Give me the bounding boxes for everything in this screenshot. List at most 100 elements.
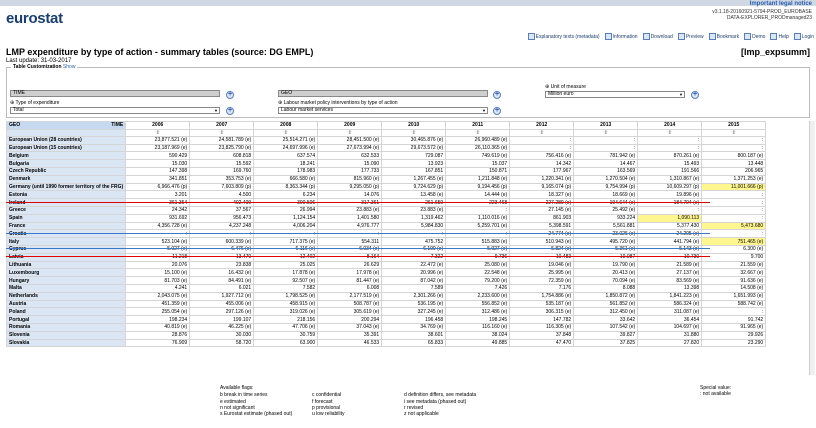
geo-header[interactable]: GEO [9, 122, 20, 128]
geo-cell[interactable]: France [5, 221, 127, 231]
value-cell: 32.667 (e) [701, 268, 767, 278]
value-cell: 49.885 [445, 338, 511, 348]
value-cell: : [701, 135, 767, 145]
eurostat-logo[interactable]: eurostat [6, 10, 63, 27]
expenditure-select[interactable]: Total [10, 107, 220, 114]
demo-label: Demo [752, 33, 766, 40]
download-button[interactable]: Download [642, 33, 673, 40]
year-header[interactable]: 2007 [189, 121, 255, 130]
sort-icon[interactable]: ⇕ [701, 128, 767, 137]
customization-toggle[interactable]: Show [63, 64, 76, 70]
geo-cell[interactable]: Germany (until 1990 former territory of … [5, 182, 127, 192]
value-cell: 19.896 (e) [637, 190, 703, 200]
time-dimension-field[interactable]: TIME [10, 90, 220, 97]
sort-icon[interactable]: ⇕ [509, 128, 575, 137]
year-header[interactable]: 2010 [381, 121, 447, 130]
sort-icon[interactable]: ⇕ [253, 128, 319, 137]
geo-cell[interactable]: Slovenia [5, 330, 127, 340]
geo-cell[interactable]: Lithuania [5, 260, 127, 270]
table-scrollbar[interactable] [809, 121, 815, 375]
time-header[interactable]: TIME [111, 122, 123, 128]
geo-cell[interactable]: Romania [5, 322, 127, 332]
geo-cell[interactable]: Portugal [5, 315, 127, 324]
geo-cell[interactable]: Spain [5, 213, 127, 223]
bookmark-button[interactable]: Bookmark [708, 33, 739, 40]
year-header[interactable]: 2012 [509, 121, 575, 130]
value-cell: 535.187 (e) [509, 299, 575, 309]
value-cell: 13.398 [637, 283, 703, 293]
value-cell: 35.391 [317, 330, 383, 340]
sort-icon[interactable]: ⇕ [125, 128, 191, 137]
geo-cell[interactable]: Slovakia [5, 338, 127, 348]
sort-icon[interactable]: ⇕ [573, 128, 639, 137]
value-cell: 116.305 (e) [509, 322, 575, 332]
geo-cell[interactable]: Hungary [5, 276, 127, 285]
value-cell: 27,673.994 (e) [317, 143, 383, 153]
year-header[interactable]: 2014 [637, 121, 703, 130]
add-lmp-icon[interactable]: + [493, 107, 501, 115]
demo-button[interactable]: Demo [744, 33, 765, 40]
sort-icon[interactable]: ⇕ [445, 128, 511, 137]
geo-cell[interactable]: Bulgaria [5, 159, 127, 168]
year-header[interactable]: 2009 [317, 121, 383, 130]
add-unit-icon[interactable]: + [691, 91, 699, 99]
value-cell: 24,697.996 (e) [253, 143, 319, 153]
geo-cell[interactable]: Estonia [5, 190, 127, 200]
year-header[interactable]: 2008 [253, 121, 319, 130]
value-cell: 931.692 [125, 213, 191, 223]
year-header[interactable]: 2011 [445, 121, 511, 130]
geo-cell[interactable]: Malta [5, 283, 127, 293]
sort-icon[interactable]: ⇕ [317, 128, 383, 137]
help-button[interactable]: Help [770, 33, 789, 40]
download-label: Download [650, 33, 673, 40]
value-cell: 441.794 (e) [637, 237, 703, 246]
value-cell: 10,609.297 (p) [637, 182, 703, 192]
value-cell: 91.742 [701, 315, 767, 324]
value-cell: 6.116 (e) [253, 244, 319, 254]
value-cell: 87.042 (e) [381, 276, 447, 285]
add-time-icon[interactable]: + [226, 91, 234, 99]
unit-select[interactable]: Million euro [545, 91, 685, 98]
information-button[interactable]: Information [604, 33, 638, 40]
preview-button[interactable]: Preview [677, 33, 704, 40]
value-cell: 26,960.489 (e) [445, 135, 511, 145]
sort-icon[interactable]: ⇕ [637, 128, 703, 137]
value-cell: 47.706 (e) [253, 322, 319, 332]
geo-cell[interactable]: Czech Republic [5, 166, 127, 176]
value-cell: 198.245 [445, 315, 511, 324]
year-header[interactable]: 2015 [701, 121, 767, 130]
sort-icon[interactable]: ⇕ [381, 128, 447, 137]
value-cell: 2,043.075 (e) [125, 291, 191, 301]
value-cell: 38.601 [381, 330, 447, 340]
login-button[interactable]: Login [793, 33, 814, 40]
lmp-select[interactable]: Labour market services [278, 107, 488, 114]
geo-cell[interactable]: Austria [5, 299, 127, 309]
value-cell: 729.087 [381, 151, 447, 161]
value-cell: 586.324 (e) [637, 299, 703, 309]
add-geo-icon[interactable]: + [493, 91, 501, 99]
geo-cell[interactable]: Latvia [5, 252, 127, 262]
year-header[interactable]: 2006 [125, 121, 191, 130]
table-row: Netherlands 2,043.075 (e) 1,927.712 (e) 1,7… [5, 291, 767, 301]
geo-cell[interactable]: Italy [5, 237, 127, 246]
geo-cell[interactable]: Greece [5, 205, 127, 215]
value-cell: 9.736 [445, 252, 511, 262]
geo-cell[interactable]: European Union (15 countries) [5, 143, 127, 153]
corner-header[interactable]: GEO TIME [5, 121, 127, 130]
geo-cell[interactable]: Netherlands [5, 291, 127, 301]
geo-cell[interactable]: European Union (28 countries) [5, 135, 127, 145]
geo-cell[interactable]: Poland [5, 307, 127, 317]
value-cell: 717.375 (e) [253, 237, 319, 246]
geo-cell[interactable]: Luxembourg [5, 268, 127, 278]
year-header[interactable]: 2013 [573, 121, 639, 130]
legal-notice-link[interactable]: Important legal notice [750, 1, 812, 7]
geo-cell[interactable]: Cyprus [5, 244, 127, 254]
sort-icon[interactable]: ⇕ [189, 128, 255, 137]
geo-cell[interactable]: Denmark [5, 174, 127, 184]
table-row: Estonia 3.201 4.500 6.234 14.076 13.458 (e) 14… [5, 190, 767, 200]
geo-cell[interactable]: Belgium [5, 151, 127, 161]
value-cell: 30.759 [253, 330, 319, 340]
geo-dimension-field[interactable]: GEO [278, 90, 488, 97]
explanatory-texts-button[interactable]: Explanatory texts (metadata) [527, 33, 600, 40]
add-expenditure-icon[interactable]: + [226, 107, 234, 115]
